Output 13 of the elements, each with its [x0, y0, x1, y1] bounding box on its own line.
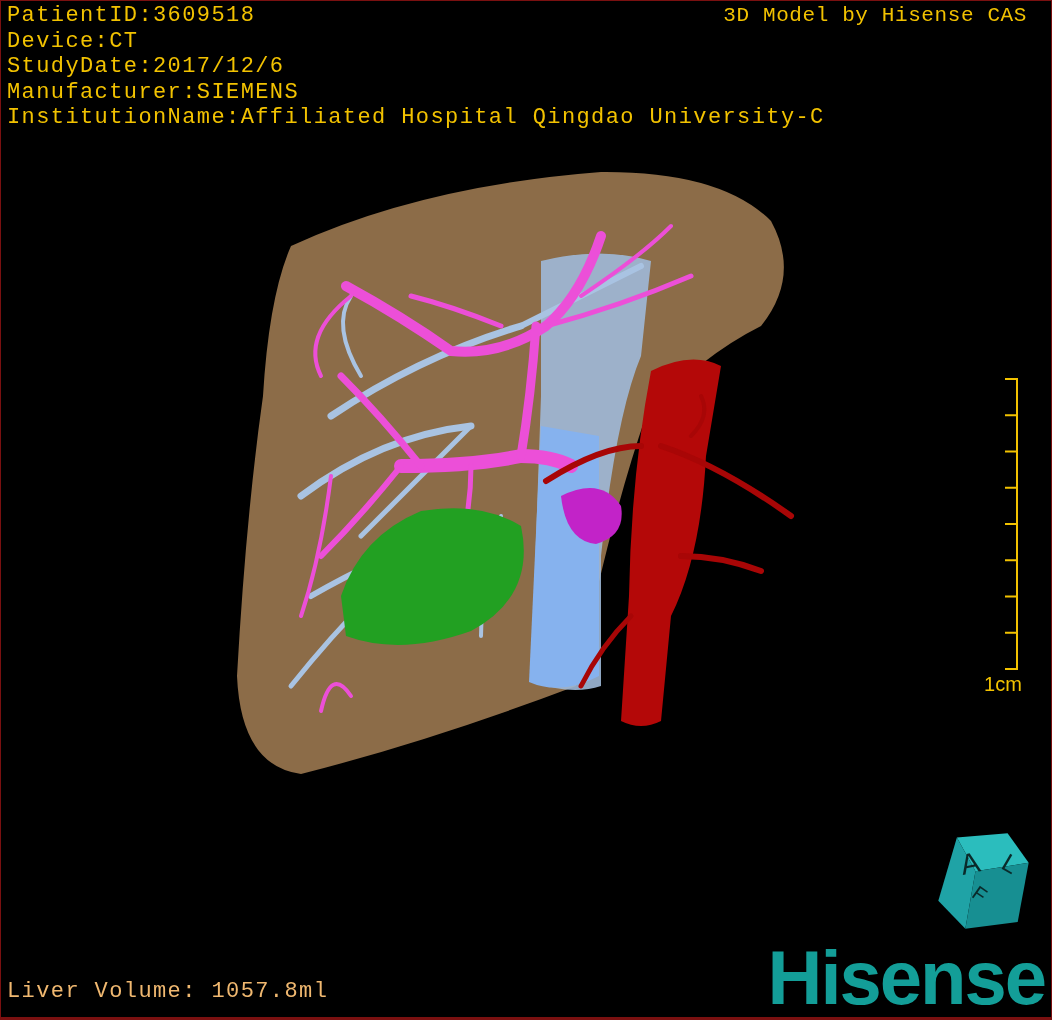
study-info-text: Device:CT	[7, 28, 140, 54]
orientation-cube[interactable]: A L F	[923, 829, 1033, 943]
model-credit-text: 3D Model by Hisense CAS	[723, 3, 1027, 28]
cube-face-label: L	[997, 847, 1024, 880]
scale-label: 1cm	[984, 672, 1022, 695]
study-info-text: Manufacturer:SIEMENS	[7, 79, 301, 105]
cube-face-label: A	[957, 845, 983, 881]
study-info-text: InstitutionName:Affiliated Hospital Qingdao University-C	[7, 105, 826, 131]
liver-volume-text: Liver Volume: 1057.8ml	[7, 979, 329, 1005]
cube-face-label: F	[968, 881, 991, 907]
study-info-text: PatientID:3609518	[7, 3, 256, 29]
brand-logo: Hisense	[767, 943, 1045, 1013]
study-info-text: StudyDate:2017/12/6	[7, 54, 286, 80]
